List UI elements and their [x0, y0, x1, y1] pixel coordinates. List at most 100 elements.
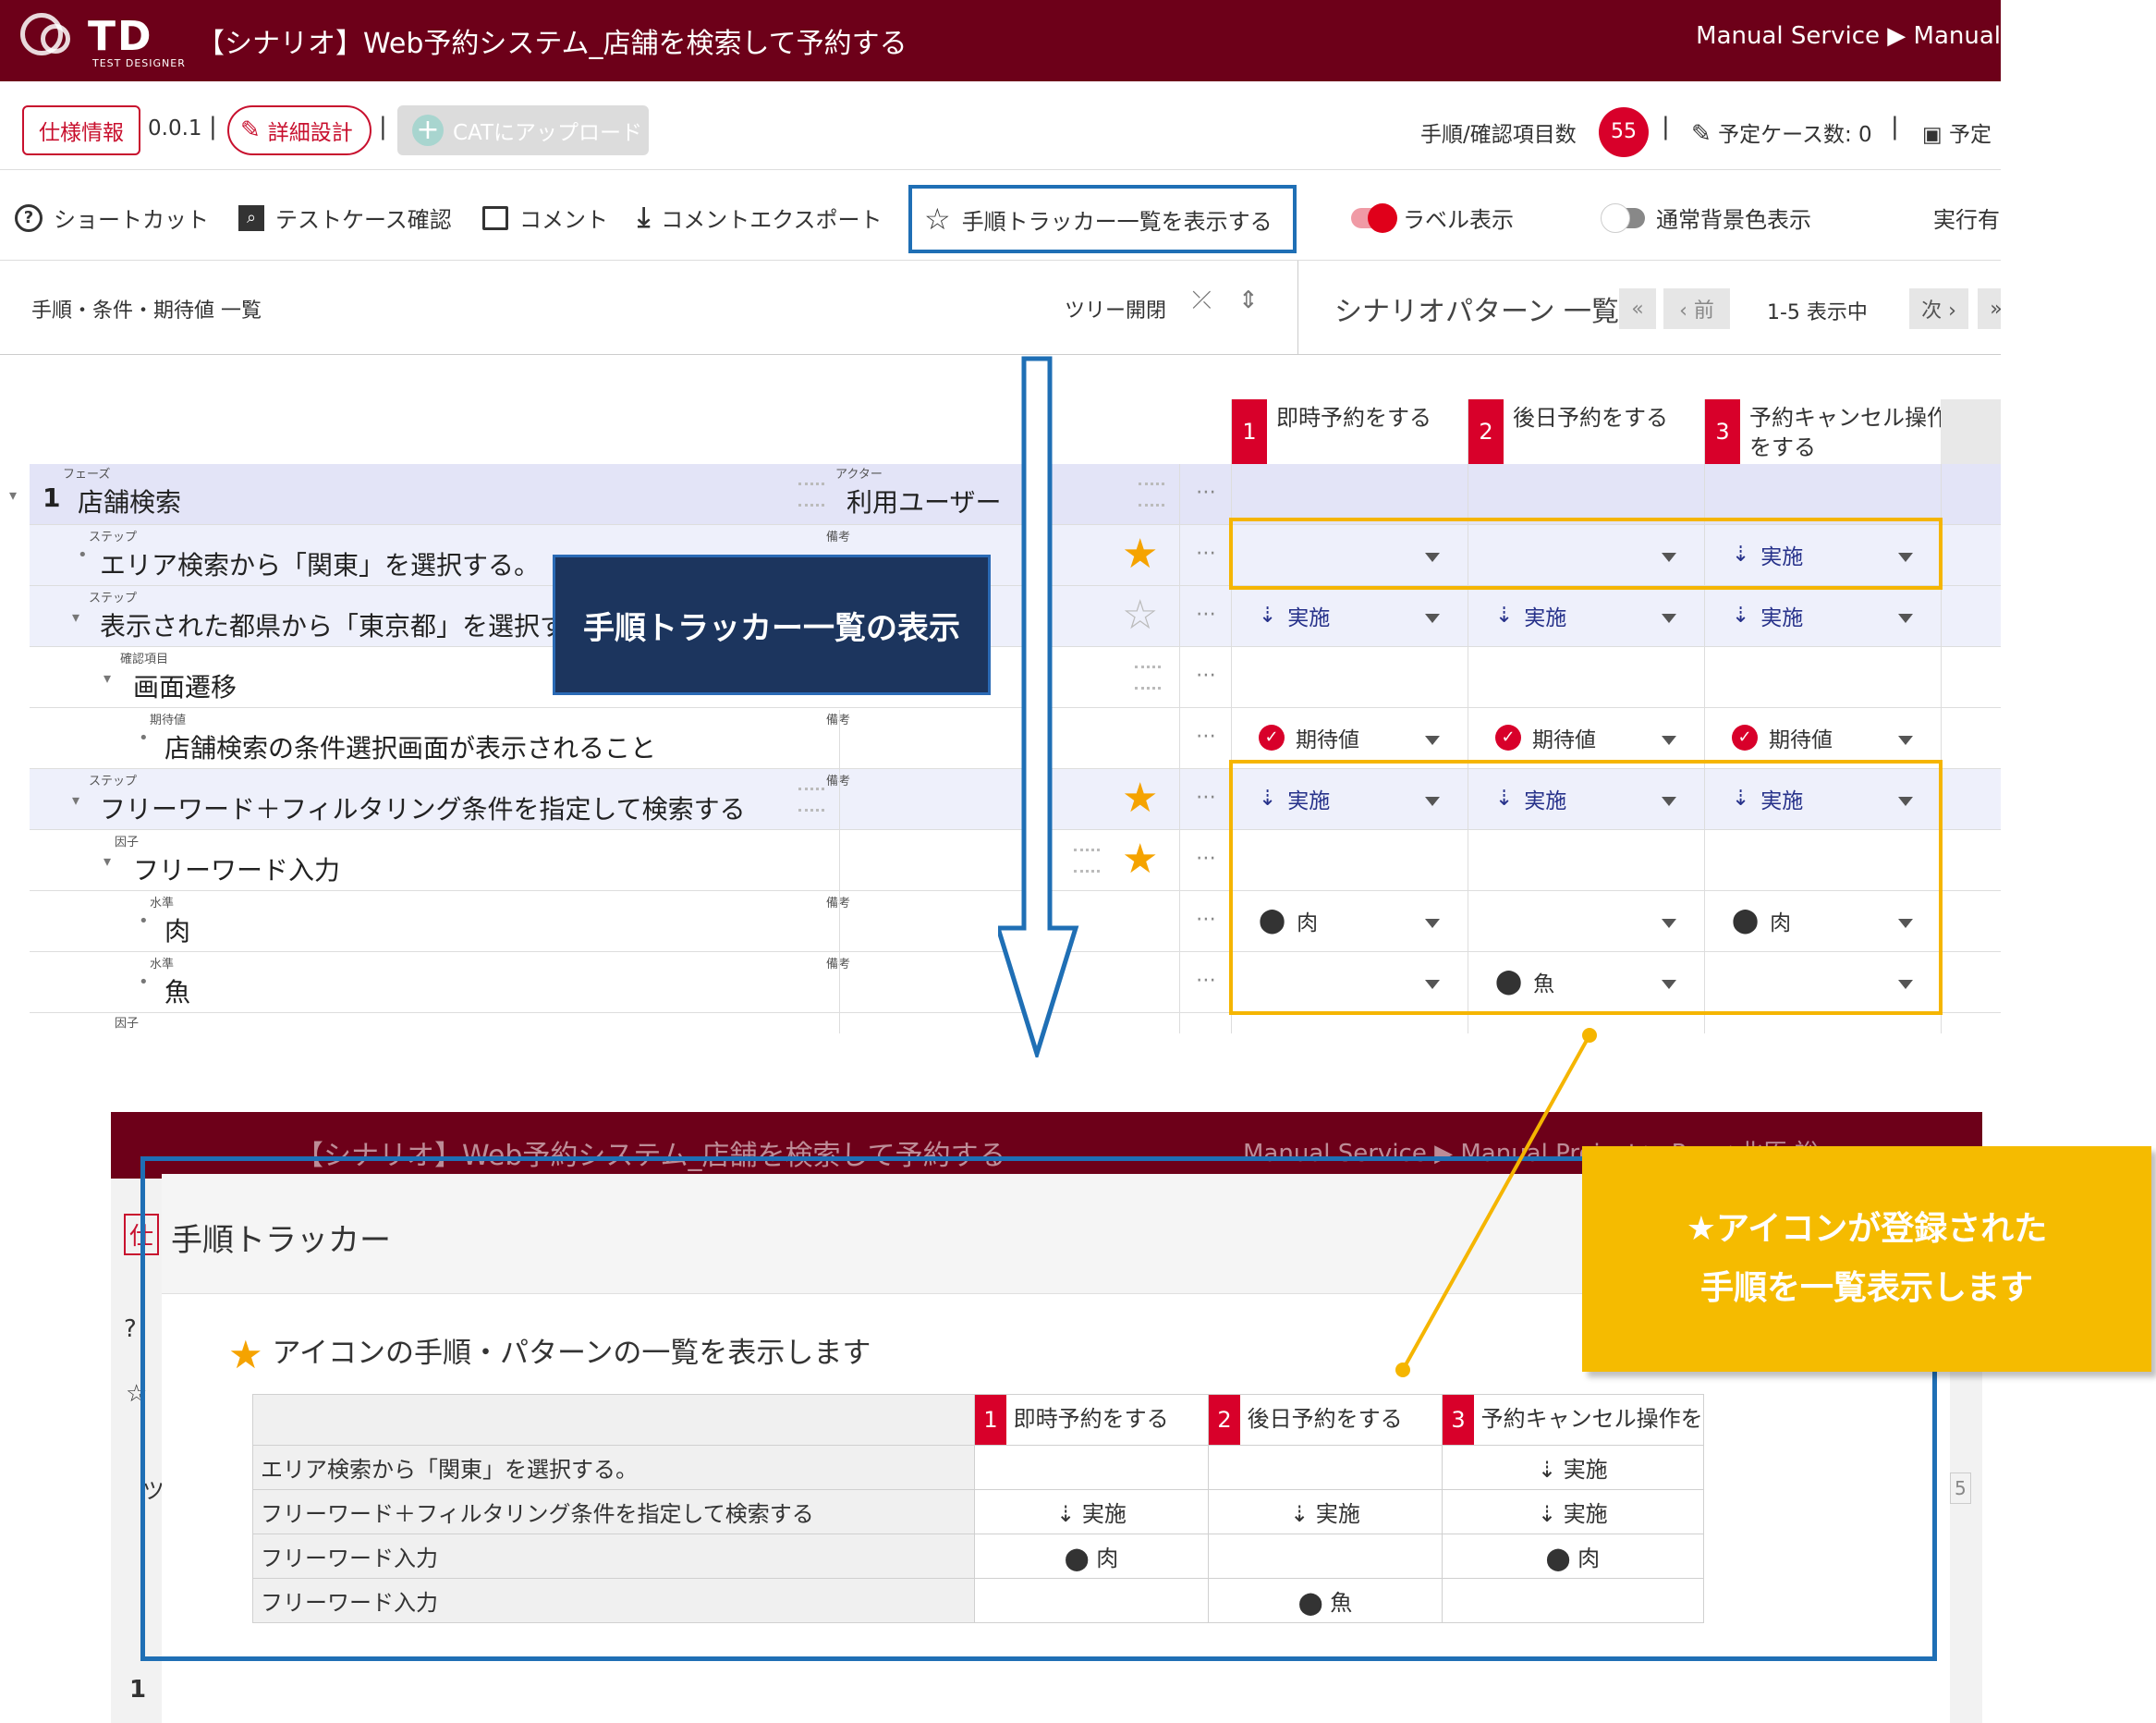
more-icon[interactable]: ⋯ [1196, 542, 1217, 565]
pattern-cell[interactable]: ✓ 期待値 [1259, 708, 1359, 767]
left-pane-title: 手順・条件・期待値 一覧 [31, 299, 262, 323]
collapse-triangle-icon[interactable]: ▾ [104, 852, 111, 870]
check-circle-icon: ✓ [1495, 725, 1521, 751]
pattern-cell[interactable]: ✓ 期待値 [1495, 708, 1596, 767]
star-filled-icon[interactable]: ★ [1122, 839, 1158, 880]
more-icon[interactable]: ⋯ [1196, 603, 1217, 626]
more-icon[interactable]: ⋯ [1196, 786, 1217, 809]
callout-line-1: ★アイコンが登録された [1686, 1210, 2048, 1248]
separator: | [1891, 113, 1899, 141]
step-tag: ステップ [89, 592, 138, 605]
show-tracker-button[interactable]: ☆ 手順トラッカー一覧を表示する [924, 202, 1273, 237]
last-page-button[interactable]: » [1978, 288, 2001, 329]
first-page-button[interactable]: « [1619, 288, 1656, 329]
check-circle-icon: ✓ [1732, 725, 1758, 751]
pattern-label: 即時予約をする [1276, 405, 1431, 431]
dropdown-caret-icon[interactable] [1662, 736, 1676, 745]
more-icon[interactable]: ⋯ [1196, 969, 1217, 992]
collapse-triangle-icon[interactable]: ▾ [9, 486, 17, 504]
check-text: 画面遷移 [133, 672, 238, 703]
star-filled-icon[interactable]: ★ [1122, 534, 1158, 575]
collapse-triangle-icon[interactable]: ▾ [72, 608, 79, 626]
note-tag: 備考 [826, 714, 851, 727]
detail-design-button[interactable]: ✎ 詳細設計 [227, 105, 372, 155]
shortcut-button[interactable]: ? ショートカット [15, 202, 209, 234]
dropdown-caret-icon[interactable] [1425, 614, 1440, 623]
dropdown-caret-icon[interactable] [1662, 614, 1676, 623]
cat-upload-button[interactable]: + CATにアップロード [397, 105, 649, 155]
pattern-cell[interactable]: ⇣ 実施 [1495, 586, 1566, 645]
pattern-label: 後日予約をする [1513, 405, 1668, 431]
calendar-icon: ▣ [1922, 123, 1943, 147]
separator: | [379, 113, 387, 141]
list-icon[interactable] [1139, 483, 1164, 507]
level-tag: 水準 [150, 897, 175, 910]
prev-page-button[interactable]: ‹ 前 [1663, 288, 1730, 329]
actor-tag: アクター [835, 468, 883, 482]
list-icon[interactable] [798, 788, 824, 812]
pattern-header-2[interactable]: 2 後日予約をする [1468, 399, 1704, 464]
pattern-cell[interactable]: ⇣ 実施 [1732, 586, 1803, 645]
expand-icon[interactable]: ⇕ [1238, 287, 1259, 314]
step-text: 表示された都県から「東京都」を選択する [100, 611, 592, 642]
pattern-number: 2 [1468, 399, 1504, 464]
step-text: エリア検索から「関東」を選択する。 [100, 550, 541, 580]
arrow-down-icon: ⇣ [1259, 604, 1277, 628]
expect-tag: 期待値 [150, 714, 187, 727]
star-outline-icon: ☆ [924, 202, 951, 237]
help-circle-icon: ? [15, 203, 43, 232]
more-icon[interactable]: ⋯ [1196, 847, 1217, 870]
star-outline-icon[interactable]: ☆ [1122, 595, 1158, 636]
spec-info-button[interactable]: 仕様情報 [22, 105, 140, 155]
collapse-triangle-icon[interactable]: ▾ [104, 669, 111, 687]
pattern-cell[interactable]: ⇣ 実施 [1259, 586, 1330, 645]
testcase-check-button[interactable]: ⌕ テストケース確認 [238, 202, 452, 234]
pattern-header-1[interactable]: 1 即時予約をする [1231, 399, 1468, 464]
more-icon[interactable]: ⋯ [1196, 908, 1217, 931]
page-range-fragment: 5 [1950, 1472, 1971, 1504]
logo-subtitle: TEST DESIGNER [92, 57, 186, 69]
bullet-icon: • [139, 972, 149, 992]
list-icon[interactable] [798, 483, 824, 507]
label-display-toggle[interactable]: ラベル表示 [1351, 202, 1514, 234]
star-list-callout: ★アイコンが登録された 手順を一覧表示します [1582, 1146, 2151, 1372]
star-filled-icon[interactable]: ★ [1122, 778, 1158, 819]
dropdown-caret-icon[interactable] [1425, 736, 1440, 745]
more-icon[interactable]: ⋯ [1196, 664, 1217, 687]
pencil-icon: ✎ [1691, 120, 1711, 148]
planned-cases-label: 予定ケース数: 0 [1718, 123, 1872, 147]
factor-tag: 因子 [115, 836, 140, 849]
cell-value: 実施 [1524, 606, 1567, 630]
more-icon[interactable]: ⋯ [1196, 725, 1217, 748]
run-filter[interactable]: 実行有 [1933, 202, 2000, 234]
more-icon[interactable]: ⋯ [1196, 481, 1217, 504]
normal-bg-toggle[interactable]: 通常背景色表示 [1601, 202, 1811, 234]
step-tag: ステップ [89, 775, 138, 788]
pattern-header-3[interactable]: 3 予約キャンセル操作をする [1704, 399, 1949, 464]
version-label: 0.0.1 [148, 116, 202, 141]
cell-value: 期待値 [1296, 728, 1359, 752]
dropdown-caret-icon[interactable] [1898, 614, 1913, 623]
breadcrumb[interactable]: Manual Service ▶ Manual [1696, 22, 2001, 50]
search-box-icon: ⌕ [238, 204, 264, 231]
next-page-button[interactable]: 次 › [1909, 288, 1968, 329]
comment-button[interactable]: コメント [482, 202, 608, 234]
list-icon[interactable] [1135, 666, 1161, 690]
pattern-cell[interactable]: ✓ 期待値 [1732, 708, 1833, 767]
down-arrow-connector [998, 356, 1079, 1057]
cell-value: 期待値 [1769, 728, 1833, 752]
expect-text: 店舗検索の条件選択画面が表示されること [164, 733, 657, 764]
collapse-icon[interactable]: ⤫ [1192, 287, 1212, 315]
pattern-number: 1 [1232, 399, 1267, 464]
bullet-icon: • [78, 545, 88, 565]
tracker-callout: 手順トラッカー一覧の表示 [553, 555, 991, 695]
comment-label: コメント [519, 207, 608, 233]
arrow-down-icon: ⇣ [1495, 604, 1514, 628]
pattern-header-extra [1941, 399, 2001, 464]
cell-value: 実施 [1760, 606, 1804, 630]
dropdown-caret-icon[interactable] [1898, 736, 1913, 745]
step-tag: ステップ [89, 531, 138, 544]
comment-export-button[interactable]: ⤓ コメントエクスポート [638, 202, 883, 234]
collapse-triangle-icon[interactable]: ▾ [72, 791, 79, 809]
note-tag: 備考 [826, 958, 851, 971]
